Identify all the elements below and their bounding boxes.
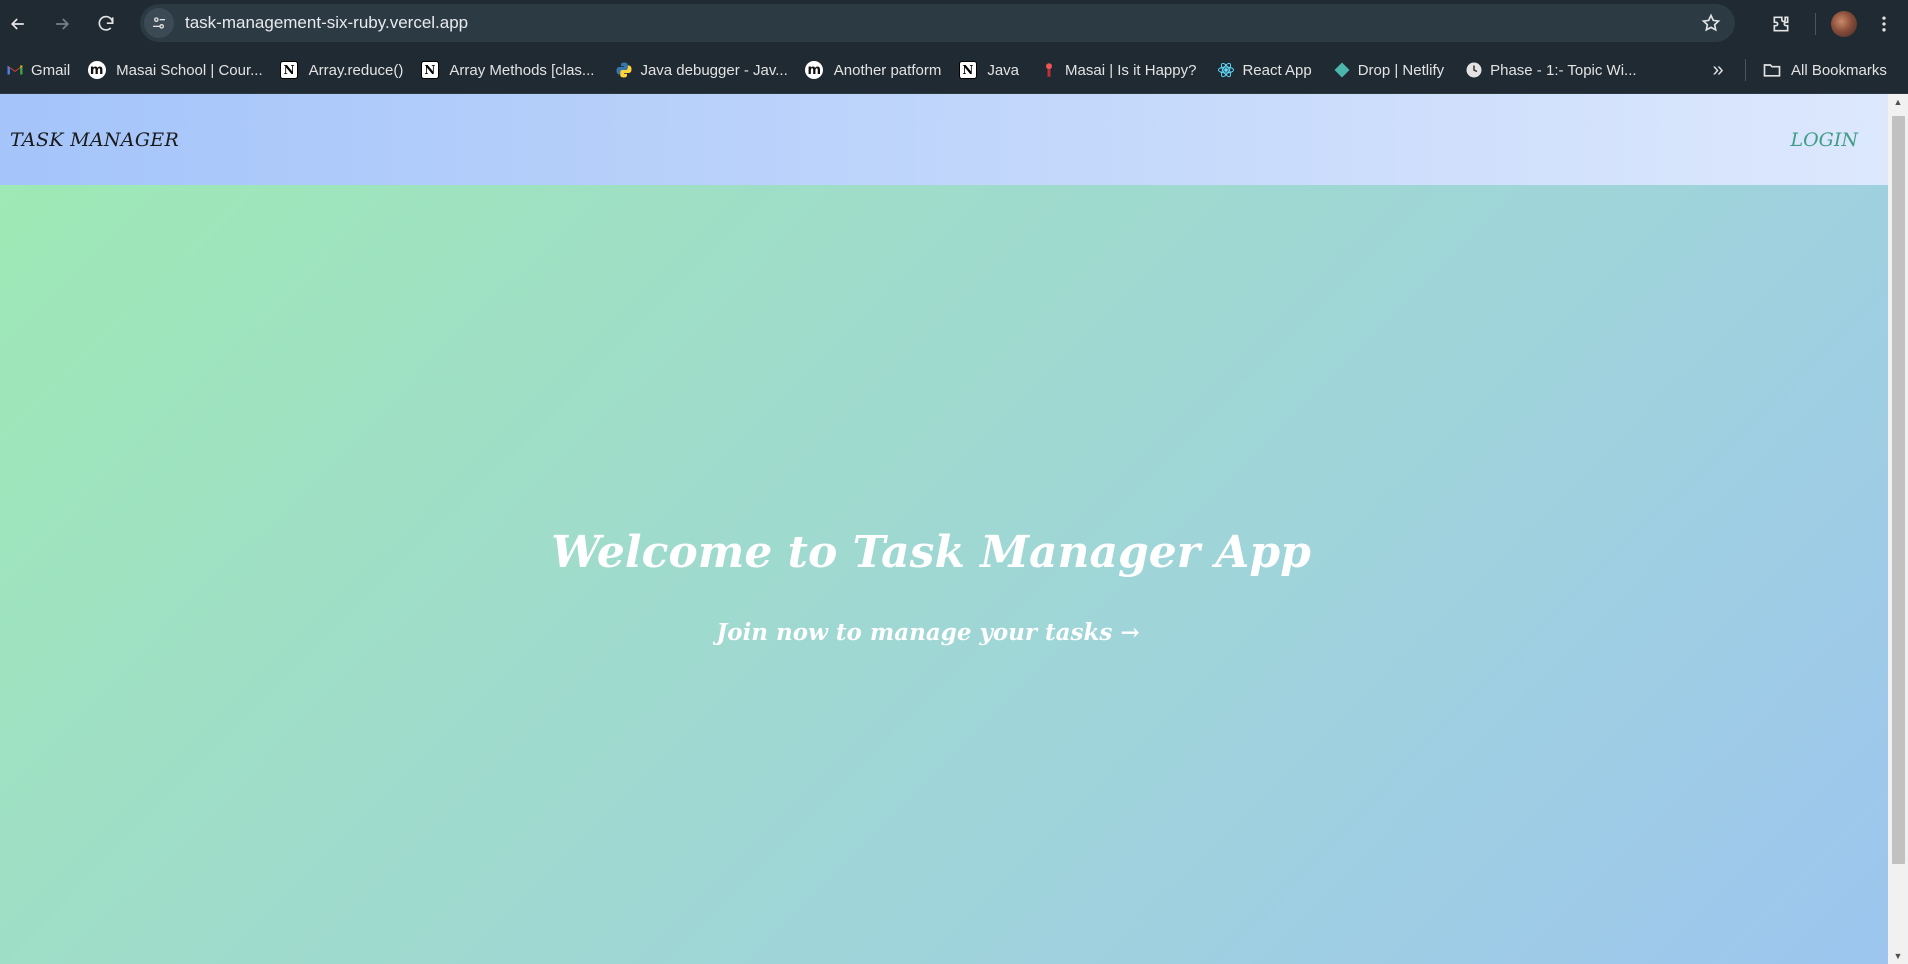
bookmarks-overflow-button[interactable]: »: [1702, 54, 1734, 86]
site-info-button[interactable]: [144, 8, 174, 38]
bookmark-label: Another patform: [833, 61, 942, 79]
bookmark-label: Gmail: [31, 61, 71, 79]
bookmark-item[interactable]: React App: [1211, 54, 1317, 86]
notion-icon: N: [958, 61, 980, 79]
clock-icon: [1465, 61, 1483, 79]
masai-icon: m: [87, 61, 109, 79]
toolbar-right: [1761, 0, 1908, 47]
bookmark-item[interactable]: N Array Methods [clas...: [418, 54, 600, 86]
tune-icon: [153, 17, 165, 29]
masai-happy-icon: [1040, 61, 1058, 79]
scroll-down-arrow-icon[interactable]: ▼: [1888, 948, 1908, 964]
bookmark-item[interactable]: Masai | Is it Happy?: [1034, 54, 1202, 86]
masai-icon: m: [805, 61, 827, 79]
bookmark-label: React App: [1242, 61, 1312, 79]
bookmark-item[interactable]: N Java: [956, 54, 1025, 86]
back-button[interactable]: [0, 6, 36, 42]
url-text[interactable]: task-management-six-ruby.vercel.app: [185, 13, 1695, 33]
page-viewport: TASK MANAGER LOGIN Welcome to Task Manag…: [0, 94, 1888, 964]
react-icon: [1217, 61, 1235, 79]
bookmark-item[interactable]: N Array.reduce(): [278, 54, 410, 86]
puzzle-icon: [1773, 16, 1789, 31]
python-icon: [615, 61, 633, 79]
reload-button[interactable]: [88, 6, 124, 42]
scroll-up-arrow-icon[interactable]: ▲: [1888, 94, 1908, 110]
bookmark-item[interactable]: Phase - 1:- Topic Wi...: [1459, 54, 1642, 86]
more-vert-icon: [1882, 16, 1886, 31]
bookmark-label: Array.reduce(): [308, 61, 404, 79]
profile-button[interactable]: [1824, 4, 1864, 44]
notion-icon: N: [420, 61, 442, 79]
arrow-left-icon: [10, 17, 24, 30]
netlify-icon: [1333, 61, 1351, 79]
bookmark-item[interactable]: Drop | Netlify: [1327, 54, 1450, 86]
bookmark-item[interactable]: Java debugger - Jav...: [609, 54, 793, 86]
folder-icon: [1763, 64, 1781, 77]
scroll-thumb[interactable]: [1892, 116, 1905, 864]
brand-title: TASK MANAGER: [10, 128, 180, 151]
address-bar[interactable]: task-management-six-ruby.vercel.app: [140, 4, 1735, 42]
bookmark-label: Java debugger - Jav...: [640, 61, 788, 79]
all-bookmarks-label: All Bookmarks: [1791, 61, 1887, 79]
bookmark-label: Masai School | Cour...: [116, 61, 263, 79]
login-link[interactable]: LOGIN: [1790, 129, 1858, 151]
gmail-icon: [6, 61, 24, 79]
bookmark-label: Drop | Netlify: [1357, 61, 1445, 79]
bookmark-label: Array Methods [clas...: [449, 61, 595, 79]
bookmark-item[interactable]: m Masai School | Cour...: [85, 54, 268, 86]
bookmark-label: Phase - 1:- Topic Wi...: [1490, 61, 1637, 79]
bookmarks-divider: [1745, 59, 1746, 81]
toolbar-divider: [1815, 12, 1816, 35]
reload-icon: [98, 15, 114, 31]
star-icon: [1701, 13, 1721, 32]
extensions-button[interactable]: [1761, 4, 1801, 44]
forward-button[interactable]: [44, 6, 80, 42]
bookmark-label: Masai | Is it Happy?: [1065, 61, 1197, 79]
browser-toolbar: task-management-six-ruby.vercel.app: [0, 0, 1908, 47]
bookmark-item[interactable]: Gmail: [0, 54, 76, 86]
arrow-right-icon: [56, 17, 70, 30]
menu-button[interactable]: [1864, 4, 1904, 44]
bookmark-item[interactable]: m Another patform: [803, 54, 948, 86]
notion-icon: N: [280, 61, 302, 79]
bookmark-star-button[interactable]: [1695, 7, 1727, 39]
avatar: [1831, 10, 1857, 37]
hero-section: Welcome to Task Manager App Join now to …: [0, 185, 1888, 964]
hero-title: Welcome to Task Manager App: [551, 527, 1311, 578]
bookmarks-bar: Gmail m Masai School | Cour... N Array.reduc…: [0, 47, 1908, 94]
all-bookmarks-button[interactable]: All Bookmarks: [1762, 54, 1887, 86]
join-now-link[interactable]: Join now to manage your tasks →: [0, 619, 1856, 646]
app-navbar: TASK MANAGER LOGIN: [0, 94, 1888, 185]
double-chevron-icon: »: [1712, 58, 1724, 81]
bookmark-label: Java: [987, 61, 1020, 79]
vertical-scrollbar[interactable]: ▲ ▼: [1888, 94, 1908, 964]
